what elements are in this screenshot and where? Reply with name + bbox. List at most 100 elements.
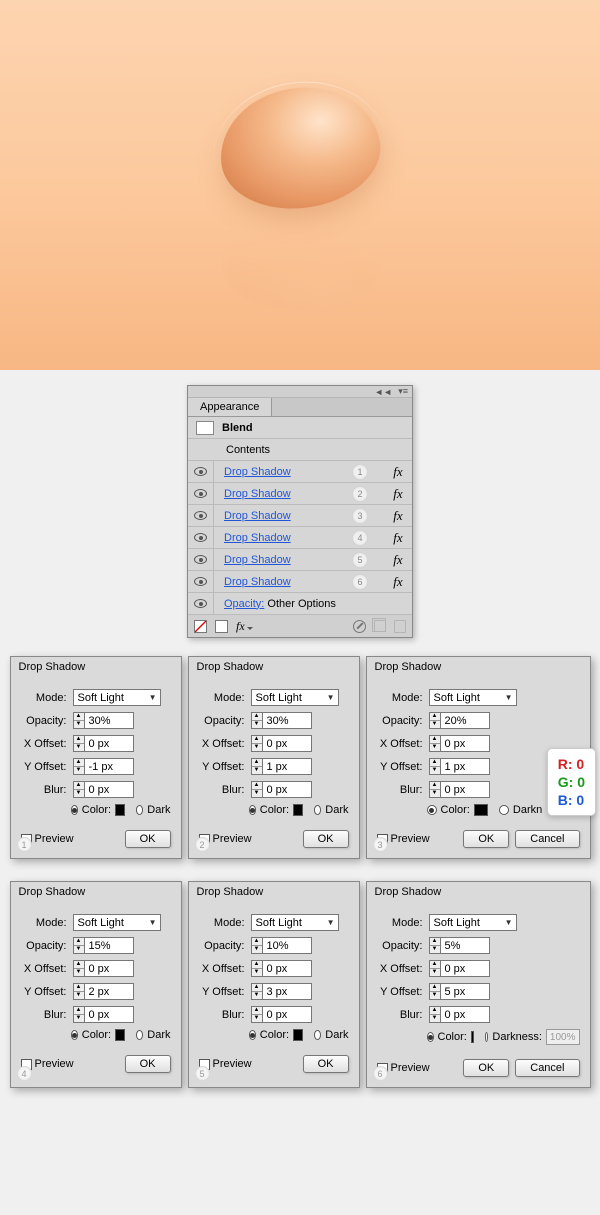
opacity-row[interactable]: Opacity: Other Options [188,593,412,615]
blur-input[interactable]: 0 px [84,781,134,798]
fx-icon[interactable]: fx [384,574,412,590]
opacity-input[interactable]: 10% [262,937,312,954]
dialog-title: Drop Shadow [367,657,590,675]
xoffset-input[interactable]: 0 px [440,960,490,977]
color-radio[interactable] [427,805,437,815]
color-swatch[interactable] [471,1031,474,1043]
visibility-toggle[interactable] [188,461,214,482]
effect-link[interactable]: Drop Shadow [224,510,291,522]
yoffset-input[interactable]: 2 px [84,983,134,1000]
visibility-toggle[interactable] [188,571,214,592]
visibility-toggle[interactable] [188,505,214,526]
effect-link[interactable]: Drop Shadow [224,466,291,478]
opacity-input[interactable]: 15% [84,937,134,954]
panel-menu-icon[interactable]: ▾≡ [398,386,408,397]
color-radio[interactable] [249,1030,256,1040]
ok-button[interactable]: OK [125,830,171,848]
opacity-input[interactable]: 5% [440,937,490,954]
fx-icon[interactable]: fx [384,552,412,568]
ok-button[interactable]: OK [463,830,509,848]
xoffset-input[interactable]: 0 px [440,735,490,752]
darkness-radio[interactable] [136,1030,143,1040]
effect-row[interactable]: Drop Shadow 1 fx [188,461,412,483]
blur-input[interactable]: 0 px [262,781,312,798]
cancel-button[interactable]: Cancel [515,830,579,848]
xoffset-input[interactable]: 0 px [84,735,134,752]
ok-button[interactable]: OK [303,1055,349,1073]
xoffset-input[interactable]: 0 px [262,960,312,977]
mode-select[interactable]: Soft Light [429,914,517,931]
fx-icon[interactable]: fx [384,508,412,524]
effect-row[interactable]: Drop Shadow 5 fx [188,549,412,571]
fx-menu-icon[interactable]: fx [236,619,245,634]
mode-select[interactable]: Soft Light [73,914,161,931]
collapse-icon[interactable]: ◄◄ [374,387,392,397]
opacity-input[interactable]: 30% [84,712,134,729]
opacity-input[interactable]: 20% [440,712,490,729]
blur-input[interactable]: 0 px [84,1006,134,1023]
egg-reflection [212,222,387,321]
blend-row[interactable]: Blend [188,417,412,439]
blur-input[interactable]: 0 px [440,1006,490,1023]
color-swatch[interactable] [293,804,303,816]
mode-select[interactable]: Soft Light [251,914,339,931]
blur-input[interactable]: 0 px [262,1006,312,1023]
darkness-radio[interactable] [485,1032,488,1042]
visibility-toggle[interactable] [188,483,214,504]
trash-icon[interactable] [394,620,406,633]
color-radio-row: Color: Dark [199,1029,349,1041]
mode-select[interactable]: Soft Light [429,689,517,706]
visibility-toggle[interactable] [188,527,214,548]
duplicate-icon[interactable] [374,620,386,632]
tab-appearance[interactable]: Appearance [188,398,272,416]
stroke-icon[interactable] [215,620,228,633]
opacity-link[interactable]: Opacity: [224,598,264,610]
darkness-radio[interactable] [314,805,321,815]
yoffset-input[interactable]: 1 px [440,758,490,775]
color-swatch[interactable] [474,804,488,816]
effect-link[interactable]: Drop Shadow [224,576,291,588]
ok-button[interactable]: OK [303,830,349,848]
effect-row[interactable]: Drop Shadow 6 fx [188,571,412,593]
color-radio[interactable] [427,1032,434,1042]
fx-icon[interactable]: fx [384,486,412,502]
fx-icon[interactable]: fx [384,530,412,546]
blend-label: Blend [222,422,253,434]
color-swatch[interactable] [115,804,125,816]
opacity-input[interactable]: 30% [262,712,312,729]
yoffset-input[interactable]: 5 px [440,983,490,1000]
color-radio[interactable] [71,1030,78,1040]
clear-icon[interactable] [353,620,366,633]
ok-button[interactable]: OK [463,1059,509,1077]
yoffset-input[interactable]: 3 px [262,983,312,1000]
darkness-radio[interactable] [136,805,143,815]
contents-row[interactable]: Contents [188,439,412,461]
color-swatch[interactable] [115,1029,125,1041]
yoffset-input[interactable]: -1 px [84,758,134,775]
fx-icon[interactable]: fx [384,464,412,480]
effect-row[interactable]: Drop Shadow 2 fx [188,483,412,505]
visibility-toggle[interactable] [188,593,214,614]
effect-link[interactable]: Drop Shadow [224,488,291,500]
effect-link[interactable]: Drop Shadow [224,532,291,544]
no-fill-icon[interactable] [194,620,207,633]
visibility-toggle[interactable] [188,549,214,570]
blur-input[interactable]: 0 px [440,781,490,798]
color-swatch[interactable] [293,1029,303,1041]
xoffset-input[interactable]: 0 px [262,735,312,752]
color-radio[interactable] [71,805,78,815]
effect-row[interactable]: Drop Shadow 4 fx [188,527,412,549]
egg-shape [212,77,387,218]
darkness-radio[interactable] [499,805,509,815]
cancel-button[interactable]: Cancel [515,1059,579,1077]
mode-select[interactable]: Soft Light [73,689,161,706]
effect-row[interactable]: Drop Shadow 3 fx [188,505,412,527]
effect-link[interactable]: Drop Shadow [224,554,291,566]
ok-button[interactable]: OK [125,1055,171,1073]
xoffset-input[interactable]: 0 px [84,960,134,977]
mode-select[interactable]: Soft Light [251,689,339,706]
yoffset-input[interactable]: 1 px [262,758,312,775]
darkness-radio[interactable] [314,1030,321,1040]
panel-titlebar[interactable]: ◄◄ ▾≡ [188,386,412,398]
color-radio[interactable] [249,805,256,815]
